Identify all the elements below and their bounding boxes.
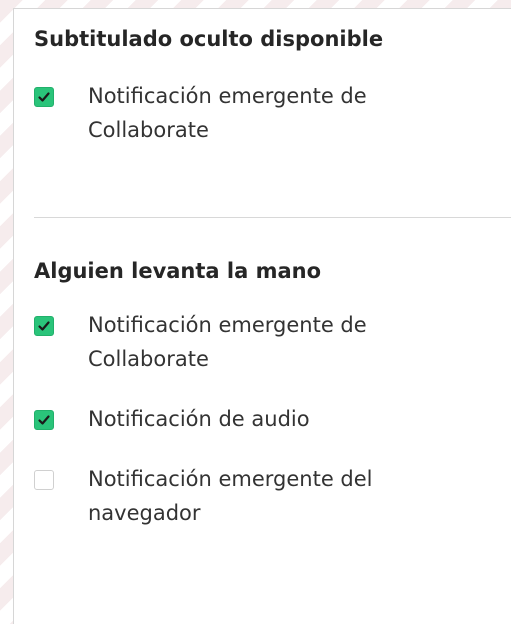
section-closed-captions: Subtitulado oculto disponible Notificaci… (34, 25, 511, 147)
notification-settings-panel: Subtitulado oculto disponible Notificaci… (13, 8, 511, 624)
checkbox[interactable] (34, 410, 54, 430)
checkmark-icon (38, 415, 50, 425)
checkmark-icon (38, 92, 50, 102)
option-browser-popup[interactable]: Notificación emergente del navegador (34, 462, 511, 530)
checkbox[interactable] (34, 470, 54, 490)
section-title: Alguien levanta la mano (34, 259, 322, 283)
option-label: Notificación emergente de Collaborate (88, 84, 367, 142)
section-raise-hand: Alguien levanta la mano Notificación eme… (34, 257, 511, 530)
option-label: Notificación de audio (88, 407, 310, 431)
checkbox[interactable] (34, 87, 54, 107)
option-collaborate-popup[interactable]: Notificación emergente de Collaborate (34, 308, 511, 376)
checkmark-icon (38, 321, 50, 331)
option-label: Notificación emergente del navegador (88, 467, 373, 525)
divider (34, 217, 511, 218)
option-collaborate-popup[interactable]: Notificación emergente de Collaborate (34, 79, 511, 147)
checkbox[interactable] (34, 316, 54, 336)
section-title: Subtitulado oculto disponible (34, 27, 384, 51)
option-label: Notificación emergente de Collaborate (88, 313, 367, 371)
option-audio-notification[interactable]: Notificación de audio (34, 402, 511, 436)
